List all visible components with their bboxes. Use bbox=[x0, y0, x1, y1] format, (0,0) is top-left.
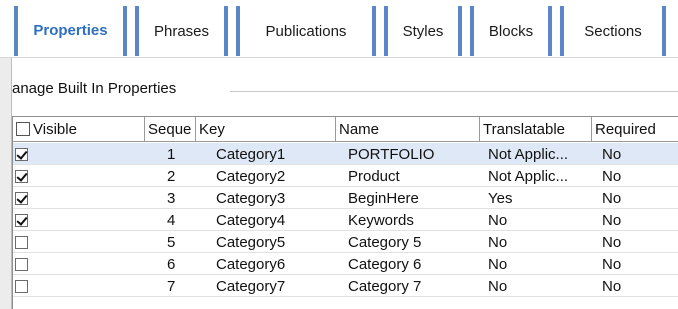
cell-key: Category5 bbox=[216, 233, 286, 251]
cell-key: Category2 bbox=[216, 167, 286, 185]
column-header-visible-label: Visible bbox=[33, 120, 77, 138]
cell-translatable: Yes bbox=[488, 189, 513, 207]
tab-publications[interactable]: Publications bbox=[236, 6, 376, 56]
cell-sequence: 6 bbox=[167, 255, 176, 273]
tab-sections-label: Sections bbox=[584, 22, 642, 40]
table-row[interactable]: 4 Category4 Keywords No No bbox=[13, 209, 678, 231]
cell-name: Category 6 bbox=[348, 255, 422, 273]
visible-checkbox[interactable] bbox=[15, 169, 28, 183]
tab-styles[interactable]: Styles bbox=[384, 6, 462, 56]
cell-translatable: No bbox=[488, 233, 508, 251]
cell-name: Product bbox=[348, 167, 400, 185]
cell-visible[interactable] bbox=[13, 143, 145, 165]
cell-sequence: 5 bbox=[167, 233, 176, 251]
visible-checkbox[interactable] bbox=[15, 235, 28, 249]
tab-properties[interactable]: Properties bbox=[14, 6, 127, 56]
cell-translatable: Not Applic... bbox=[488, 167, 569, 185]
cell-name: Keywords bbox=[348, 211, 414, 229]
tab-blocks-label: Blocks bbox=[488, 22, 534, 40]
tab-publications-label: Publications bbox=[265, 22, 347, 40]
column-header-required[interactable]: Required bbox=[592, 117, 678, 142]
table-row[interactable]: 1 Category1 PORTFOLIO Not Applic... No bbox=[13, 143, 678, 165]
cell-required: No bbox=[602, 255, 622, 273]
column-header-visible[interactable]: Visible bbox=[13, 117, 145, 142]
cell-name: PORTFOLIO bbox=[348, 145, 435, 163]
visible-checkbox[interactable] bbox=[15, 279, 28, 293]
table-row[interactable]: 7 Category7 Category 7 No No bbox=[13, 275, 678, 297]
column-header-translatable[interactable]: Translatable bbox=[480, 117, 592, 142]
cell-name: Category 5 bbox=[348, 233, 422, 251]
visible-checkbox[interactable] bbox=[15, 147, 28, 161]
column-header-translatable-label: Translatable bbox=[483, 120, 565, 138]
properties-grid[interactable]: Visible Seque Key Name Translatable Requ… bbox=[12, 116, 678, 309]
cell-key: Category7 bbox=[216, 277, 286, 295]
cell-translatable: No bbox=[488, 277, 508, 295]
tab-phrases[interactable]: Phrases bbox=[135, 6, 228, 56]
left-border bbox=[0, 58, 12, 309]
cell-key: Category1 bbox=[216, 145, 286, 163]
cell-name: BeginHere bbox=[348, 189, 419, 207]
tab-styles-label: Styles bbox=[402, 22, 444, 40]
column-header-name[interactable]: Name bbox=[336, 117, 480, 142]
column-header-sequence-label: Seque bbox=[148, 120, 192, 138]
cell-visible[interactable] bbox=[13, 231, 145, 253]
cell-visible[interactable] bbox=[13, 165, 145, 187]
cell-required: No bbox=[602, 211, 622, 229]
cell-sequence: 7 bbox=[167, 277, 176, 295]
visible-checkbox[interactable] bbox=[15, 191, 28, 205]
cell-key: Category4 bbox=[216, 211, 286, 229]
cell-sequence: 2 bbox=[167, 167, 176, 185]
cell-visible[interactable] bbox=[13, 209, 145, 231]
column-header-sequence[interactable]: Seque bbox=[145, 117, 196, 142]
grid-header: Visible Seque Key Name Translatable Requ… bbox=[13, 117, 678, 142]
cell-visible[interactable] bbox=[13, 187, 145, 209]
cell-sequence: 3 bbox=[167, 189, 176, 207]
table-row[interactable]: 2 Category2 Product Not Applic... No bbox=[13, 165, 678, 187]
cell-translatable: No bbox=[488, 211, 508, 229]
cell-visible[interactable] bbox=[13, 253, 145, 275]
select-all-checkbox[interactable] bbox=[16, 122, 30, 136]
column-header-name-label: Name bbox=[339, 120, 380, 138]
cell-sequence: 4 bbox=[167, 211, 176, 229]
table-row[interactable]: 6 Category6 Category 6 No No bbox=[13, 253, 678, 275]
cell-required: No bbox=[602, 189, 622, 207]
cell-key: Category3 bbox=[216, 189, 286, 207]
cell-required: No bbox=[602, 277, 622, 295]
tab-blocks[interactable]: Blocks bbox=[470, 6, 552, 56]
cell-key: Category6 bbox=[216, 255, 286, 273]
cell-required: No bbox=[602, 145, 622, 163]
group-title: anage Built In Properties bbox=[12, 80, 181, 97]
column-header-required-label: Required bbox=[595, 120, 656, 138]
cell-translatable: Not Applic... bbox=[488, 145, 569, 163]
tab-sections[interactable]: Sections bbox=[560, 6, 666, 56]
tab-bar: Properties Phrases Publications Styles B… bbox=[0, 0, 678, 58]
tab-phrases-label: Phrases bbox=[153, 22, 210, 40]
cell-translatable: No bbox=[488, 255, 508, 273]
cell-sequence: 1 bbox=[167, 145, 176, 163]
tab-properties-label: Properties bbox=[33, 22, 108, 39]
cell-required: No bbox=[602, 233, 622, 251]
table-row[interactable]: 3 Category3 BeginHere Yes No bbox=[13, 187, 678, 209]
column-header-key-label: Key bbox=[199, 120, 225, 138]
cell-name: Category 7 bbox=[348, 277, 422, 295]
column-header-key[interactable]: Key bbox=[196, 117, 336, 142]
visible-checkbox[interactable] bbox=[15, 257, 28, 271]
row-divider bbox=[13, 296, 678, 297]
visible-checkbox[interactable] bbox=[15, 213, 28, 227]
table-row[interactable]: 5 Category5 Category 5 No No bbox=[13, 231, 678, 253]
cell-visible[interactable] bbox=[13, 275, 145, 297]
group-divider bbox=[230, 91, 678, 92]
cell-required: No bbox=[602, 167, 622, 185]
